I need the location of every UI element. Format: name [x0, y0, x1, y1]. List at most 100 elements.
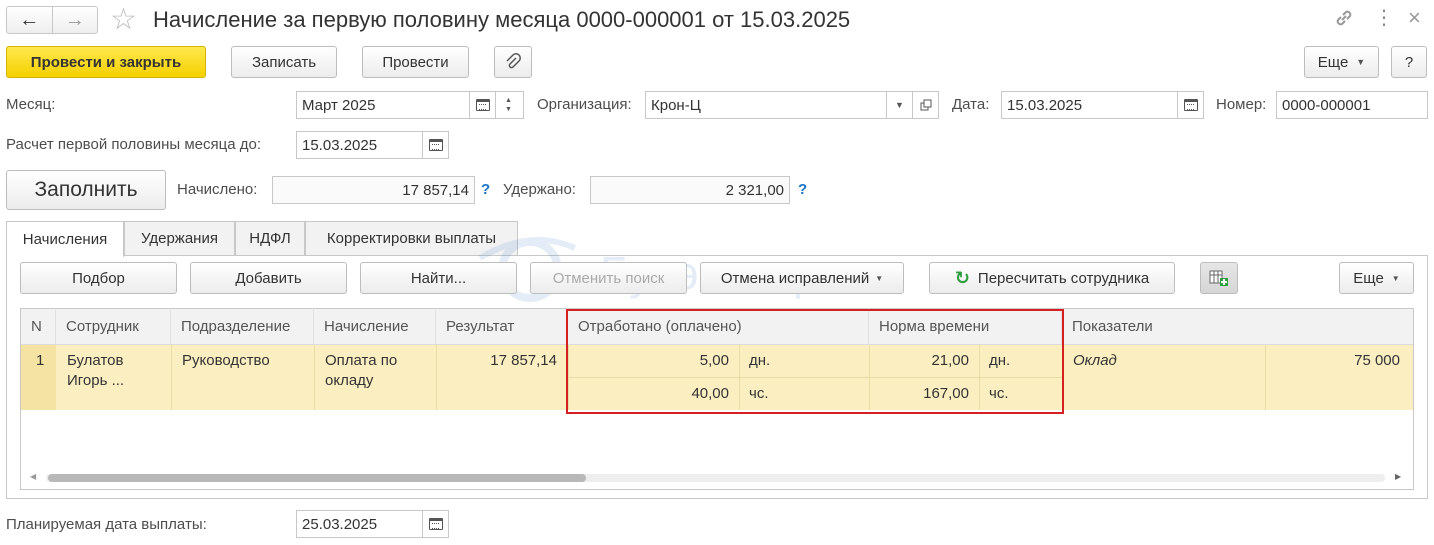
table-settings-button[interactable]	[1200, 262, 1238, 294]
help-button[interactable]: ?	[1391, 46, 1427, 78]
calc-until-label: Расчет первой половины месяца до:	[6, 136, 261, 153]
calendar-icon	[428, 139, 443, 151]
date-calendar-button[interactable]	[1177, 92, 1203, 118]
accrued-value: 17 857,14	[402, 181, 469, 199]
row-accrual-line2[interactable]: окладу	[325, 372, 373, 389]
row-department[interactable]: Руководство	[182, 352, 270, 369]
date-value: 15.03.2025	[1007, 96, 1083, 114]
row-norm-hours-unit: чс.	[989, 385, 1009, 402]
org-open-button[interactable]	[912, 92, 938, 118]
calc-until-field[interactable]: 15.03.2025	[296, 131, 449, 159]
row-norm-hours[interactable]: 167,00	[879, 385, 969, 402]
number-value: 0000-000001	[1282, 96, 1371, 114]
post-and-close-button[interactable]: Провести и закрыть	[6, 46, 206, 78]
number-field[interactable]: 0000-000001	[1276, 91, 1428, 119]
row-worked-days[interactable]: 5,00	[578, 352, 729, 369]
table-more-button[interactable]: Еще ▼	[1339, 262, 1414, 294]
save-button[interactable]: Записать	[231, 46, 337, 78]
window-title: Начисление за первую половину месяца 000…	[153, 7, 851, 32]
month-calendar-button[interactable]	[469, 92, 495, 118]
tab-accruals[interactable]: Начисления	[6, 221, 124, 257]
horizontal-scrollbar-thumb[interactable]	[48, 474, 586, 482]
post-button[interactable]: Провести	[362, 46, 469, 78]
row-employee-line2[interactable]: Игорь ...	[67, 372, 124, 389]
org-value: Крон-Ц	[651, 96, 701, 114]
row-worked-hours[interactable]: 40,00	[578, 385, 729, 402]
col-n[interactable]: N	[21, 308, 56, 344]
row-accrual-line1[interactable]: Оплата по	[325, 352, 397, 369]
date-field[interactable]: 15.03.2025	[1001, 91, 1204, 119]
row-norm-days[interactable]: 21,00	[879, 352, 969, 369]
recalc-employee-button[interactable]: ↻ Пересчитать сотрудника	[929, 262, 1175, 294]
calendar-icon	[1183, 99, 1198, 111]
calendar-icon	[428, 518, 443, 530]
row-employee-line1[interactable]: Булатов	[67, 352, 123, 369]
row-number: 1	[36, 352, 45, 369]
link-icon[interactable]	[1332, 6, 1356, 30]
cancel-fixes-button[interactable]: Отмена исправлений ▼	[700, 262, 904, 294]
tab-payment-corrections[interactable]: Корректировки выплаты	[305, 221, 518, 255]
col-accrual[interactable]: Начисление	[314, 308, 436, 344]
month-value: Март 2025	[302, 96, 376, 114]
pay-date-value: 25.03.2025	[302, 515, 378, 533]
row-indicator-value[interactable]: 75 000	[1266, 352, 1400, 369]
row-indicator-name[interactable]: Оклад	[1073, 352, 1117, 369]
col-norm[interactable]: Норма времени	[869, 308, 1062, 344]
table-more-label: Еще	[1353, 269, 1384, 287]
withheld-value: 2 321,00	[725, 181, 784, 199]
col-employee[interactable]: Сотрудник	[56, 308, 171, 344]
fill-button[interactable]: Заполнить	[6, 170, 166, 210]
forward-arrow-icon[interactable]: →	[53, 7, 98, 33]
kebab-menu-icon[interactable]: ⋮	[1374, 6, 1394, 30]
col-department[interactable]: Подразделение	[171, 308, 314, 344]
col-result[interactable]: Результат	[436, 308, 568, 344]
month-field[interactable]: Март 2025 ▲ ▼	[296, 91, 524, 119]
org-label: Организация:	[537, 96, 632, 113]
dropdown-arrow-icon: ▼	[895, 100, 904, 110]
org-field[interactable]: Крон-Ц ▼	[645, 91, 939, 119]
nav-buttons: ← →	[6, 6, 98, 34]
select-button[interactable]: Подбор	[20, 262, 177, 294]
withheld-label: Удержано:	[503, 181, 576, 198]
calc-until-value: 15.03.2025	[302, 136, 378, 154]
calendar-icon	[475, 99, 490, 111]
scroll-right-arrow-icon[interactable]: ▶	[1395, 472, 1401, 481]
table-add-column-icon	[1209, 270, 1228, 286]
withheld-help-icon[interactable]: ?	[798, 181, 807, 198]
pay-date-calendar-button[interactable]	[422, 511, 448, 537]
col-worked[interactable]: Отработано (оплачено)	[568, 308, 869, 344]
row-worked-hours-unit: чс.	[749, 385, 769, 402]
add-button[interactable]: Добавить	[190, 262, 347, 294]
col-indicators[interactable]: Показатели	[1062, 308, 1413, 344]
recalc-label: Пересчитать сотрудника	[977, 269, 1150, 287]
more-button[interactable]: Еще ▼	[1304, 46, 1379, 78]
back-arrow-icon[interactable]: ←	[7, 7, 53, 33]
number-label: Номер:	[1216, 96, 1267, 113]
scroll-left-arrow-icon[interactable]: ◀	[30, 472, 36, 481]
dropdown-arrow-icon: ▼	[875, 273, 884, 283]
dropdown-arrow-icon: ▼	[1391, 273, 1400, 283]
pay-date-field[interactable]: 25.03.2025	[296, 510, 449, 538]
attach-button[interactable]	[494, 46, 532, 78]
dropdown-arrow-icon: ▼	[1356, 57, 1366, 67]
tab-withholdings[interactable]: Удержания	[124, 221, 235, 255]
pay-date-label: Планируемая дата выплаты:	[6, 516, 207, 533]
paperclip-icon	[506, 53, 521, 69]
month-stepper[interactable]: ▲ ▼	[495, 92, 521, 118]
refresh-icon: ↻	[954, 267, 970, 288]
tab-ndfl[interactable]: НДФЛ	[235, 221, 305, 255]
month-label: Месяц:	[6, 96, 56, 113]
find-button[interactable]: Найти...	[360, 262, 517, 294]
step-up-icon[interactable]: ▲	[505, 96, 512, 105]
accrued-label: Начислено:	[177, 181, 258, 198]
favorite-star-icon[interactable]: ☆	[110, 2, 137, 38]
accrued-help-icon[interactable]: ?	[481, 181, 490, 198]
cancel-fixes-label: Отмена исправлений	[720, 269, 870, 287]
calc-until-calendar-button[interactable]	[422, 132, 448, 158]
step-down-icon[interactable]: ▼	[505, 105, 512, 114]
close-icon[interactable]: ×	[1408, 6, 1421, 30]
row-result[interactable]: 17 857,14	[436, 352, 557, 369]
org-dropdown-button[interactable]: ▼	[886, 92, 912, 118]
cancel-search-button[interactable]: Отменить поиск	[530, 262, 687, 294]
date-label: Дата:	[952, 96, 990, 113]
